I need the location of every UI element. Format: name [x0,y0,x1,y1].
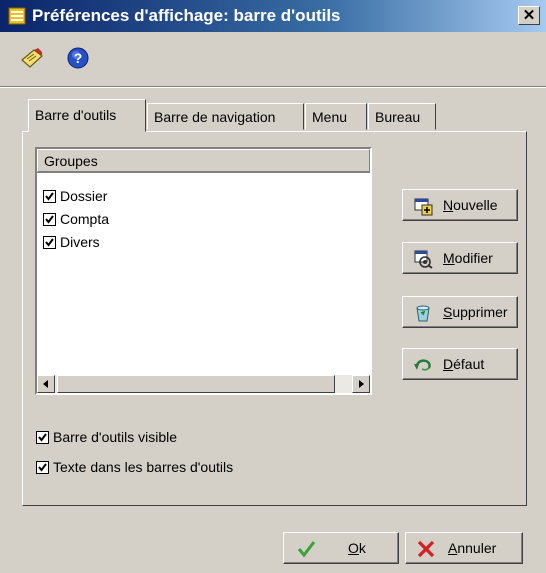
default-button[interactable]: Défaut [402,348,518,380]
ok-button[interactable]: Ok [283,532,399,564]
option-label: Barre d'outils visible [53,429,178,445]
list-item[interactable]: Divers [43,232,100,252]
new-button[interactable]: Nouvelle [402,189,518,221]
new-toolbar-icon [414,198,433,216]
help-icon[interactable]: ? [66,46,90,70]
edit-button[interactable]: Modifier [402,242,518,274]
cancel-button[interactable]: Annuler [405,532,523,564]
close-button[interactable]: ✕ [518,6,540,25]
mnemonic: M [443,250,455,266]
edit-toolbar-icon [414,250,433,269]
toolbar-divider [0,86,546,88]
option-toolbar-visible[interactable]: Barre d'outils visible [36,427,177,447]
button-label: upprimer [452,304,508,320]
mnemonic: O [348,540,359,556]
checkbox[interactable] [43,213,56,226]
tab-barre-navigation[interactable]: Barre de navigation [147,103,304,130]
app-icon [8,7,26,25]
checkmark-icon [297,541,316,558]
recycle-bin-icon [416,305,430,322]
dialog-toolbar: ? [0,33,546,83]
scroll-thumb[interactable] [57,375,335,393]
button-label: k [358,540,366,556]
title-bar[interactable]: Préférences d'affichage: barre d'outils … [0,0,546,32]
list-item[interactable]: Dossier [43,186,107,206]
list-header: Groupes [37,149,370,173]
button-label: odifier [454,250,493,266]
preferences-dialog: Préférences d'affichage: barre d'outils … [0,0,546,573]
arrow-left-icon [43,380,48,388]
option-toolbar-text[interactable]: Texte dans les barres d'outils [36,457,233,477]
list-item-label: Divers [60,234,100,250]
reset-arrow-icon [414,359,431,371]
tab-menu[interactable]: Menu [305,103,367,130]
arrow-right-icon [359,380,364,388]
window-title: Préférences d'affichage: barre d'outils [32,6,341,25]
tab-barre-outils[interactable]: Barre d'outils [28,99,146,132]
list-item[interactable]: Compta [43,209,109,229]
horizontal-scrollbar[interactable] [37,375,370,393]
checkbox[interactable] [43,190,56,203]
checkbox[interactable] [36,431,49,444]
option-label: Texte dans les barres d'outils [53,459,234,475]
groups-listbox[interactable]: Groupes Dossier Compta Divers [35,147,372,395]
list-item-label: Compta [60,211,110,227]
column-header-groupes[interactable]: Groupes [37,149,370,172]
scroll-right-button[interactable] [352,375,370,393]
button-label: ouvelle [453,197,498,213]
mnemonic: N [443,197,454,213]
mnemonic: D [443,356,454,372]
delete-button[interactable]: Supprimer [402,296,518,328]
edit-note-icon[interactable] [20,46,44,70]
checkbox[interactable] [36,461,49,474]
button-label: nnuler [457,540,497,556]
cross-icon [417,540,435,558]
button-label: éfaut [453,356,485,372]
mnemonic: S [443,304,453,320]
scroll-left-button[interactable] [37,375,55,393]
mnemonic: A [448,540,458,556]
tab-bureau[interactable]: Bureau [368,103,436,130]
checkbox[interactable] [43,236,56,249]
svg-text:?: ? [74,50,83,66]
list-item-label: Dossier [60,188,108,204]
